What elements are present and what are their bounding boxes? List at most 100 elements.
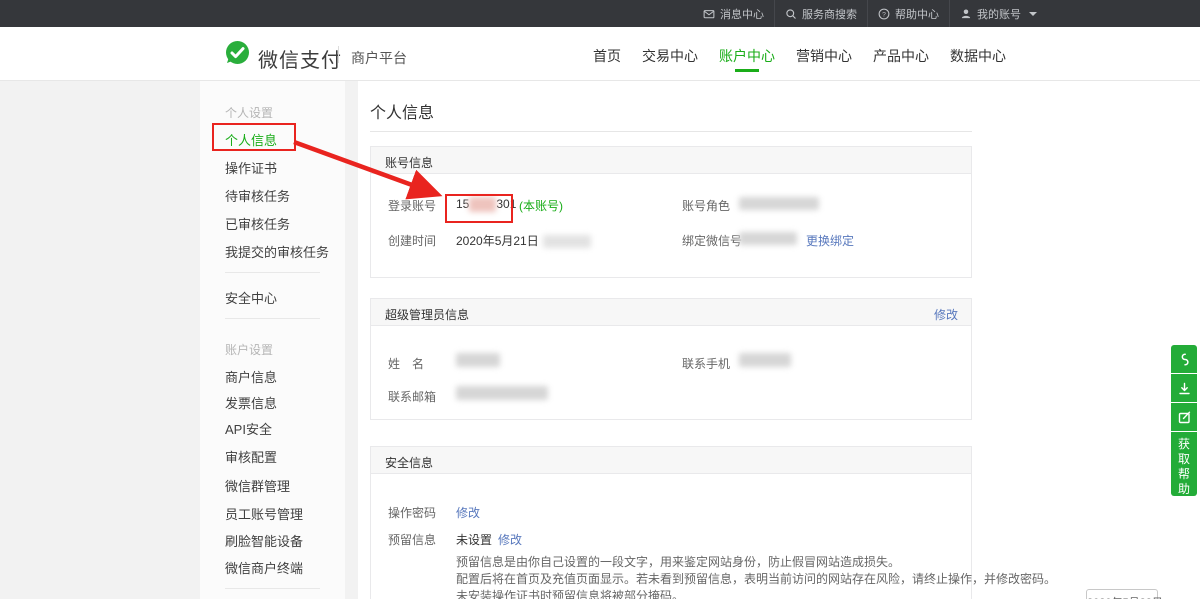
get-help-button[interactable]: 获取帮助 — [1171, 432, 1197, 496]
topbar-items: 消息中心 服务商搜索 ? 帮助中心 — [693, 0, 1047, 27]
reserved-modify-link[interactable]: 修改 — [498, 531, 522, 548]
reserved-info-desc-line1: 预留信息是由你自己设置的一段文字，用来鉴定网站身份，防止假冒网站造成损失。 — [456, 554, 900, 571]
change-binding-link[interactable]: 更换绑定 — [806, 232, 854, 249]
admin-modify-link[interactable]: 修改 — [934, 306, 958, 323]
topbar-my-account[interactable]: 我的账号 — [950, 0, 1047, 27]
account-role-label: 账号角色 — [682, 197, 730, 214]
topbar-item-label: 帮助中心 — [895, 6, 939, 22]
account-role-redacted — [739, 197, 819, 210]
platform-subtitle: 商户平台 — [351, 48, 407, 68]
sidebar-item-staff-account-management[interactable]: 员工账号管理 — [225, 504, 303, 523]
search-icon — [785, 8, 797, 20]
created-time-label: 创建时间 — [388, 232, 436, 249]
left-background-strip — [0, 81, 200, 599]
reserved-info-desc-line3: 未安装操作证书时预留信息将被部分掩码。 — [456, 588, 684, 599]
sidebar-item-personal-info[interactable]: 个人信息 — [225, 130, 277, 149]
page-title: 个人信息 — [370, 99, 434, 123]
operation-password-label: 操作密码 — [388, 504, 436, 521]
brand-divider — [338, 46, 339, 63]
card-header-title: 安全信息 — [385, 454, 433, 471]
bound-wechat-label: 绑定微信号 — [682, 232, 742, 249]
security-info-card-header: 安全信息 — [371, 447, 971, 474]
get-help-label: 获取帮助 — [1178, 437, 1191, 497]
miniprogram-icon — [1177, 352, 1192, 367]
card-header-title: 超级管理员信息 — [385, 306, 469, 323]
sidebar: 个人设置 个人信息 操作证书 待审核任务 已审核任务 我提交的审核任务 安全中心… — [200, 81, 345, 599]
topbar-item-label: 消息中心 — [720, 6, 764, 22]
nav-home[interactable]: 首页 — [593, 46, 621, 78]
floating-help-panel: 获取帮助 — [1171, 345, 1197, 496]
account-info-card-header: 账号信息 — [371, 147, 971, 174]
name-label: 姓 名 — [388, 355, 424, 372]
login-account-redacted — [469, 197, 496, 212]
download-button[interactable] — [1171, 374, 1197, 402]
reserved-info-desc-line2: 配置后将在首页及充值页面显示。若未看到预留信息，表明当前访问的网站存在风险，请终… — [456, 571, 1056, 588]
reserved-info-value: 未设置 — [456, 531, 492, 548]
sidebar-section-account-settings: 账户设置 — [225, 341, 273, 358]
mail-icon — [703, 8, 715, 20]
sidebar-item-api-security[interactable]: API安全 — [225, 419, 272, 438]
created-time-text: 2020年5月21日 — [456, 234, 539, 248]
title-divider — [370, 131, 972, 132]
login-account-prefix: 15 — [456, 197, 469, 211]
sidebar-item-invoice-info[interactable]: 发票信息 — [225, 393, 277, 412]
super-admin-card-header: 超级管理员信息 修改 — [371, 299, 971, 326]
svg-text:?: ? — [882, 11, 886, 18]
download-icon — [1177, 381, 1192, 396]
nav-marketing-center[interactable]: 营销中心 — [796, 46, 852, 78]
contact-phone-redacted — [739, 353, 791, 367]
sidebar-item-reviewed-tasks[interactable]: 已审核任务 — [225, 214, 290, 233]
nav-transaction-center[interactable]: 交易中心 — [642, 46, 698, 78]
miniprogram-button[interactable] — [1171, 345, 1197, 373]
card-header-title: 账号信息 — [385, 154, 433, 171]
sidebar-item-face-device[interactable]: 刷脸智能设备 — [225, 531, 303, 550]
contact-email-label: 联系邮箱 — [388, 388, 436, 405]
sidebar-item-merchant-info[interactable]: 商户信息 — [225, 367, 277, 386]
topbar-item-label: 我的账号 — [977, 6, 1021, 22]
sidebar-item-review-config[interactable]: 审核配置 — [225, 447, 277, 466]
reserved-info-label: 预留信息 — [388, 531, 436, 548]
sidebar-item-operation-certificate[interactable]: 操作证书 — [225, 158, 277, 177]
bound-wechat-redacted — [739, 232, 797, 245]
brand-name: 微信支付 — [258, 44, 342, 73]
sidebar-main-gap — [345, 81, 358, 599]
nav-product-center[interactable]: 产品中心 — [873, 46, 929, 78]
contact-phone-label: 联系手机 — [682, 355, 730, 372]
page: 消息中心 服务商搜索 ? 帮助中心 — [0, 0, 1200, 599]
topbar-item-label: 服务商搜索 — [802, 6, 857, 22]
nav-data-center[interactable]: 数据中心 — [950, 46, 1006, 78]
feedback-button[interactable] — [1171, 403, 1197, 431]
user-icon — [960, 8, 972, 20]
help-icon: ? — [878, 8, 890, 20]
security-info-card: 安全信息 操作密码 修改 预留信息 未设置 修改 预留信息是由你自己设置的一段文… — [370, 446, 972, 599]
sidebar-divider — [225, 272, 320, 273]
wechat-pay-logo-icon — [224, 40, 251, 67]
topbar-help-center[interactable]: ? 帮助中心 — [868, 0, 949, 27]
main-nav: 首页 交易中心 账户中心 营销中心 产品中心 数据中心 — [593, 46, 1006, 78]
login-account-value: 15 301 — [456, 197, 516, 212]
created-time-redacted — [543, 235, 591, 248]
sidebar-divider — [225, 588, 320, 589]
date-tooltip: 2020年5月22日 — [1086, 589, 1158, 599]
contact-email-redacted — [456, 386, 548, 400]
sidebar-divider — [225, 318, 320, 319]
sidebar-item-security-center[interactable]: 安全中心 — [225, 288, 277, 307]
login-account-suffix: 301 — [496, 197, 516, 211]
edit-icon — [1177, 410, 1192, 425]
topbar-message-center[interactable]: 消息中心 — [693, 0, 774, 27]
sidebar-item-wechat-merchant-terminal[interactable]: 微信商户终端 — [225, 558, 303, 577]
chevron-down-icon — [1029, 12, 1037, 16]
current-account-tag: (本账号) — [519, 197, 563, 214]
topbar: 消息中心 服务商搜索 ? 帮助中心 — [0, 0, 1200, 27]
created-time-value: 2020年5月21日 — [456, 232, 591, 249]
account-info-card: 账号信息 登录账号 15301 (本账号) 账号角色 创建时间 2020年5月2… — [370, 146, 972, 278]
name-redacted — [456, 353, 500, 367]
sidebar-item-my-submitted-tasks[interactable]: 我提交的审核任务 — [225, 242, 329, 261]
password-modify-link[interactable]: 修改 — [456, 504, 480, 521]
sidebar-section-personal-settings: 个人设置 — [225, 104, 273, 121]
sidebar-item-wechat-group-management[interactable]: 微信群管理 — [225, 476, 290, 495]
super-admin-card: 超级管理员信息 修改 姓 名 联系手机 联系邮箱 — [370, 298, 972, 420]
topbar-service-search[interactable]: 服务商搜索 — [775, 0, 867, 27]
nav-account-center[interactable]: 账户中心 — [719, 46, 775, 78]
sidebar-item-pending-review-tasks[interactable]: 待审核任务 — [225, 186, 290, 205]
